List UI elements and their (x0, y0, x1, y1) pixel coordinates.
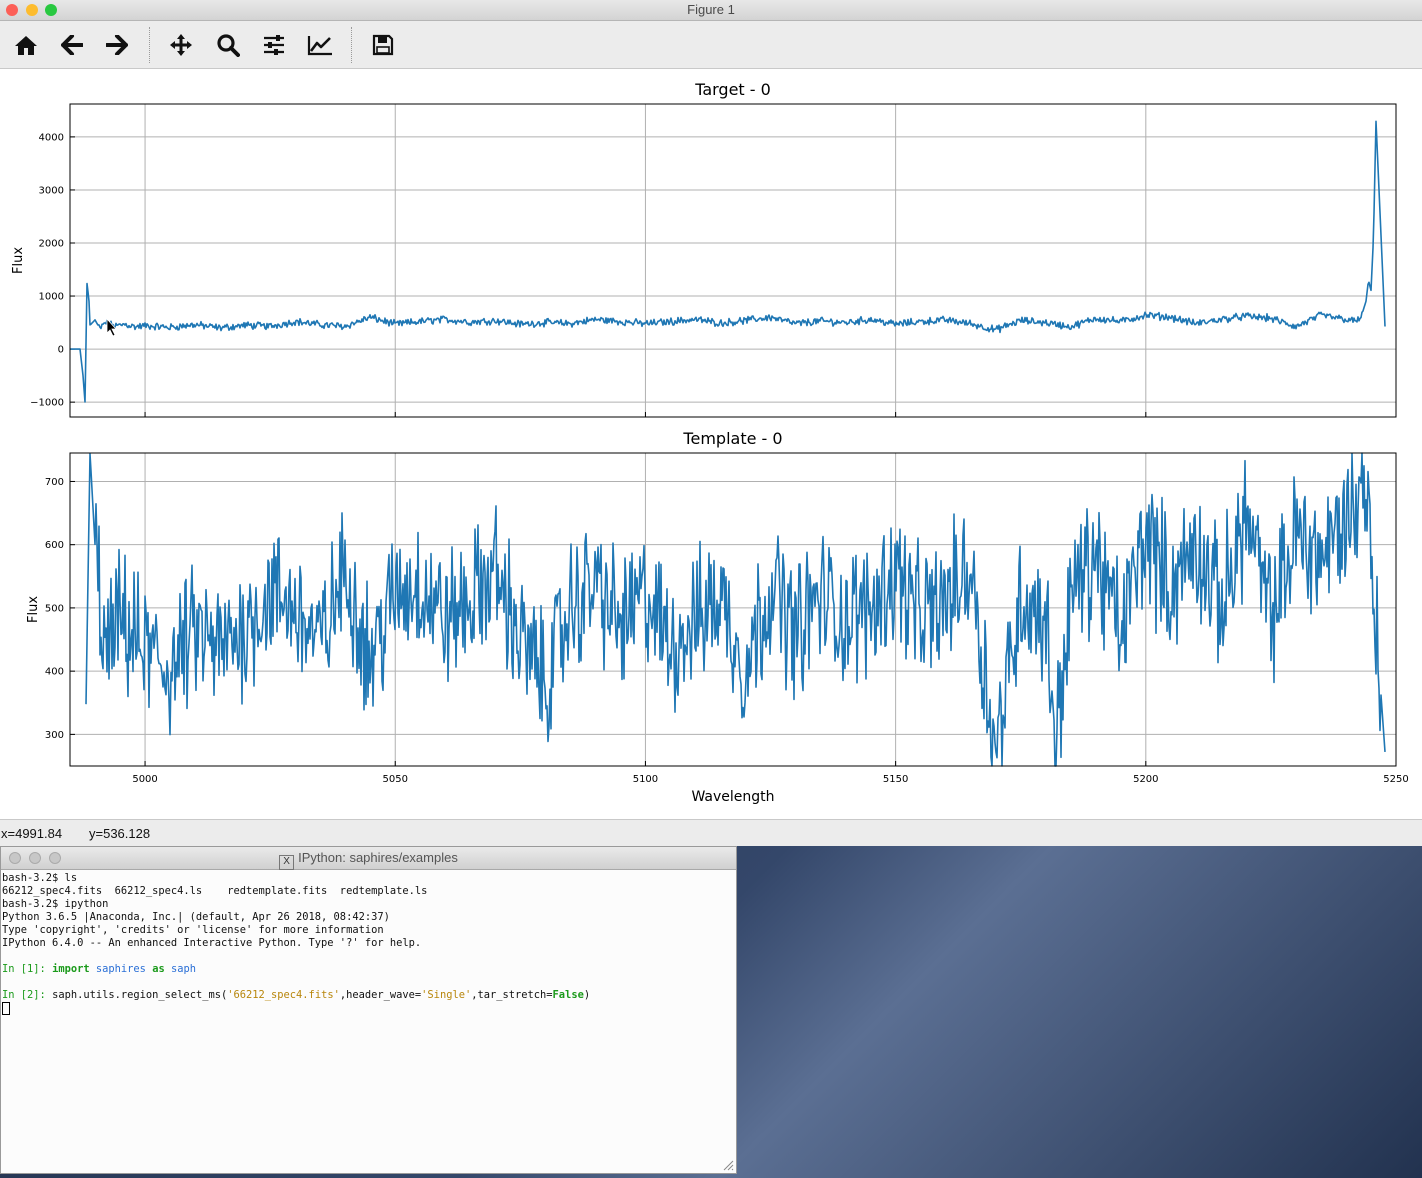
x-axis-label: Wavelength (691, 789, 774, 805)
y-axis-label: Flux (11, 247, 26, 274)
status-bar: x=4991.84 y=536.128 (0, 819, 1422, 846)
terminal-line: bash-3.2$ ipython (2, 898, 109, 910)
zoom-window-button[interactable] (45, 4, 57, 16)
keyword-import: import (52, 963, 90, 975)
window-title: Figure 1 (687, 2, 735, 17)
resize-grip-icon[interactable] (722, 1159, 734, 1171)
close-window-button[interactable] (9, 852, 21, 864)
cursor-y-readout: y=536.128 (89, 826, 151, 841)
y-tick-label: 2000 (39, 238, 64, 249)
y-tick-label: 300 (45, 730, 64, 741)
input-prompt: In [1]: (2, 963, 46, 975)
x-tick-label: 5100 (633, 774, 658, 785)
pan-button[interactable] (165, 29, 197, 61)
y-tick-label: 600 (45, 540, 64, 551)
y-tick-label: 700 (45, 477, 64, 488)
cursor-x-readout: x=4991.84 (1, 826, 63, 841)
edit-axis-icon (307, 36, 332, 56)
keyword-false: False (552, 989, 584, 1001)
home-icon (15, 36, 37, 55)
string-literal: 'Single' (421, 989, 472, 1001)
x-tick-label: 5000 (132, 774, 157, 785)
y-tick-label: 4000 (39, 132, 64, 143)
forward-arrow-icon (106, 35, 128, 55)
toolbar-separator (351, 27, 352, 63)
terminal-title: IPython: saphires/examples (298, 850, 458, 865)
y-tick-label: 3000 (39, 185, 64, 196)
figure-window: Figure 1 Target - 0 −1000 0 1000 2000 30… (0, 0, 1422, 846)
x-tick-label: 5150 (883, 774, 908, 785)
module-name: saphires (95, 963, 146, 975)
back-button[interactable] (56, 29, 88, 61)
y-tick-label: −1000 (30, 398, 64, 409)
input-prompt: In [2]: (2, 989, 46, 1001)
text-cursor (2, 1002, 10, 1015)
terminal-line: IPython 6.4.0 -- An enhanced Interactive… (2, 937, 422, 949)
series-line (85, 452, 1386, 767)
code-call: saph.utils.region_select_ms( (52, 989, 228, 1001)
minimize-window-button[interactable] (29, 852, 41, 864)
x-tick-label: 5250 (1383, 774, 1408, 785)
y-axis-label: Flux (26, 596, 41, 623)
chart-title: Template - 0 (682, 429, 782, 448)
code-arg: ,header_wave= (339, 989, 422, 1001)
configure-subplots-icon (264, 35, 284, 55)
window-titlebar[interactable]: Figure 1 (0, 0, 1422, 21)
string-literal: '66212_spec4.fits' (227, 989, 340, 1001)
terminal-line: 66212_spec4.fits 66212_spec4.ls redtempl… (2, 885, 428, 897)
axes-frame (69, 103, 1397, 418)
terminal-line: bash-3.2$ ls (2, 872, 78, 884)
module-alias: saph (170, 963, 196, 975)
close-window-button[interactable] (6, 4, 18, 16)
home-button[interactable] (10, 29, 42, 61)
zoom-magnifier-icon (217, 34, 240, 57)
x11-icon: X (279, 855, 295, 870)
save-button[interactable] (367, 29, 399, 61)
toolbar-separator (149, 27, 150, 63)
navigation-toolbar (0, 21, 1422, 69)
minimize-window-button[interactable] (26, 4, 38, 16)
y-tick-label: 400 (45, 667, 64, 678)
x-tick-label: 5050 (383, 774, 408, 785)
x-tick-label: 5200 (1133, 774, 1158, 785)
forward-button[interactable] (101, 29, 133, 61)
edit-axis-button[interactable] (304, 29, 336, 61)
save-floppy-icon (372, 34, 394, 56)
configure-subplots-button[interactable] (258, 29, 290, 61)
series-line (70, 120, 1386, 403)
y-tick-label: 500 (45, 603, 64, 614)
code-close: ) (583, 989, 591, 1001)
figure-svg[interactable]: Target - 0 −1000 0 1000 2000 3000 4000 Flux Temp… (0, 69, 1422, 819)
keyword-as: as (152, 963, 165, 975)
zoom-button[interactable] (212, 29, 244, 61)
code-arg: ,tar_stretch= (471, 989, 553, 1001)
terminal-line: Type 'copyright', 'credits' or 'license'… (2, 924, 384, 936)
y-tick-label: 0 (58, 345, 64, 356)
y-tick-label: 1000 (39, 292, 64, 303)
figure-canvas[interactable]: Target - 0 −1000 0 1000 2000 3000 4000 Flux Temp… (0, 69, 1422, 819)
back-arrow-icon (61, 35, 83, 55)
pan-move-icon (170, 34, 192, 56)
chart-title: Target - 0 (694, 80, 771, 99)
terminal-titlebar[interactable]: X IPython: saphires/examples (1, 847, 736, 870)
terminal-line: Python 3.6.5 |Anaconda, Inc.| (default, … (2, 911, 390, 923)
zoom-window-button[interactable] (49, 852, 61, 864)
terminal-window[interactable]: X IPython: saphires/examples bash-3.2$ ls… (0, 846, 737, 1174)
terminal-output[interactable]: bash-3.2$ ls 66212_spec4.fits 66212_spec… (1, 870, 736, 1019)
